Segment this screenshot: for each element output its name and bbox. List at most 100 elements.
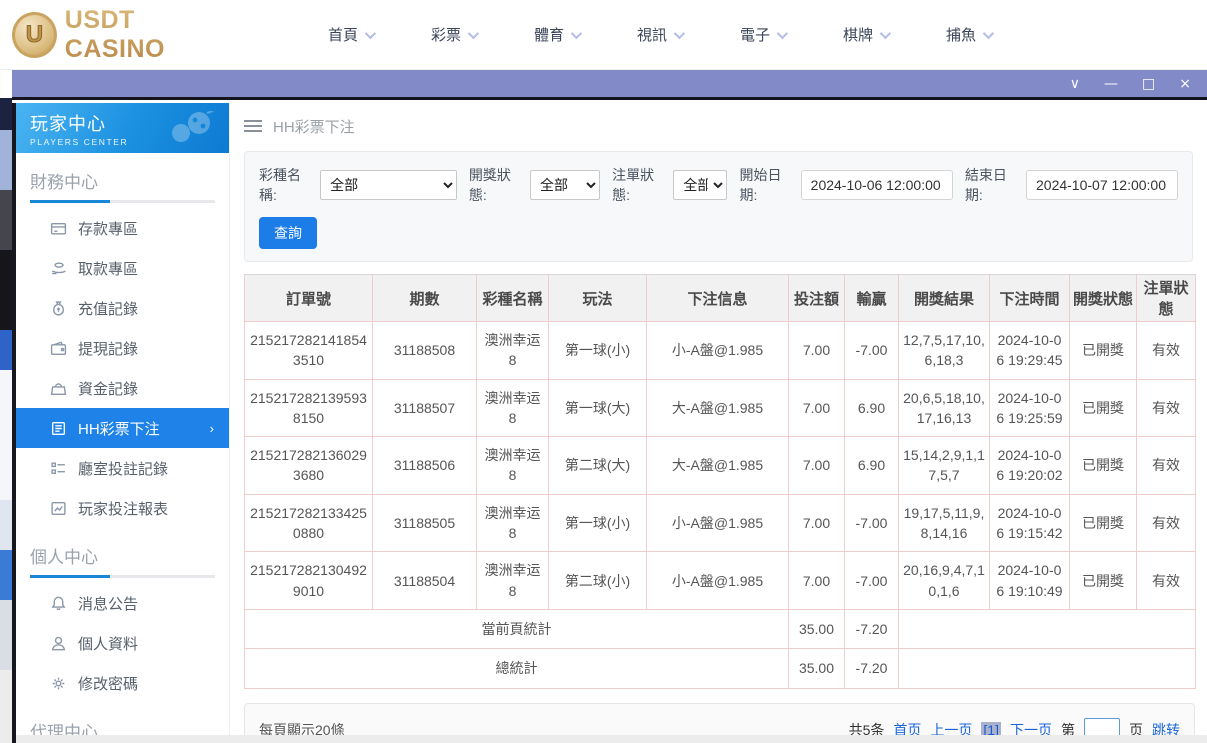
sidebar-header: 玩家中心 PLAYERS CENTER <box>16 103 229 153</box>
withdraw-hand-icon <box>51 261 66 274</box>
order-status-select[interactable]: 全部 <box>673 170 728 200</box>
sidebar-item-label: 存款專區 <box>78 220 139 238</box>
table-row: 2152172821304929010 31188504 澳洲幸运8 第二球(小) 小-… <box>244 551 1196 610</box>
page-title: HH彩票下注 <box>273 118 355 136</box>
top-nav-menu: 首頁 彩票 體育 視訊 電子 棋牌 捕魚 <box>299 24 1020 45</box>
cell-3: 第二球(大) <box>548 436 647 495</box>
cell-7: 20,16,9,4,7,10,1,6 <box>898 551 990 610</box>
cell-1: 31188505 <box>372 493 477 553</box>
main-panel: HH彩票下注 彩種名稱: 全部 開獎狀態: 全部 注單狀態: 全部 開始日期: <box>230 103 1207 743</box>
cell-10: 有效 <box>1136 551 1196 610</box>
chevron-down-icon <box>879 27 892 39</box>
cell-9: 已開獎 <box>1069 493 1137 553</box>
sidebar-item-profile[interactable]: 個人資料 <box>16 623 229 663</box>
cell-8: 2024-10-06 19:10:49 <box>989 551 1070 610</box>
cell-6: -7.00 <box>844 493 899 553</box>
nav-item-label: 首頁 <box>327 27 358 44</box>
col-header-0: 訂單號 <box>244 274 373 322</box>
bets-table: 訂單號 期數 彩種名稱 玩法 下注信息 投注額 輸贏 開獎結果 下注時間 開獎狀態 注單狀態 2152… <box>244 274 1196 689</box>
maximize-window-icon[interactable]: □ <box>1142 77 1155 91</box>
lottery-doc-icon <box>51 421 66 435</box>
nav-item-lottery[interactable]: 彩票 <box>402 24 505 45</box>
breadcrumb: HH彩票下注 <box>244 103 1193 149</box>
sidebar-item-recharge-record[interactable]: 充值記錄 <box>16 288 229 328</box>
modal-titlebar: ∨ — □ × <box>12 70 1207 100</box>
gamepad-icon <box>172 111 214 142</box>
background-page-strip <box>0 70 12 743</box>
cell-4: 小-A盤@1.985 <box>646 493 789 553</box>
cell-9: 已開獎 <box>1069 378 1137 438</box>
sidebar-item-hh-lottery-bet[interactable]: HH彩票下注 › <box>16 408 229 448</box>
nav-item-electronic[interactable]: 電子 <box>711 24 814 45</box>
recharge-bag-icon <box>53 300 64 316</box>
col-header-1: 期數 <box>372 274 477 322</box>
nav-item-fishing[interactable]: 捕魚 <box>917 24 1020 45</box>
cell-4: 小-A盤@1.985 <box>646 321 789 380</box>
summary-label: 當前頁統計 <box>244 608 789 650</box>
logo-coin-icon: U <box>12 11 57 58</box>
sidebar-item-player-bet-report[interactable]: 玩家投注報表 <box>16 488 229 528</box>
close-window-icon[interactable]: × <box>1179 77 1191 91</box>
collapse-window-icon[interactable]: ∨ <box>1070 77 1080 91</box>
cell-9: 已開獎 <box>1069 436 1137 495</box>
sidebar-item-withdrawal-record[interactable]: 提現記錄 <box>16 328 229 368</box>
minimize-window-icon[interactable]: — <box>1104 77 1118 91</box>
col-header-10: 注單狀態 <box>1136 274 1196 322</box>
password-gear-icon <box>52 677 65 689</box>
player-center-modal: 玩家中心 PLAYERS CENTER 財務中心 存款專區 取款專區 充值記錄 提現記錄… <box>12 103 1207 743</box>
col-header-6: 輸贏 <box>844 274 899 322</box>
cell-5: 7.00 <box>788 321 845 380</box>
summary-label: 總統計 <box>244 648 789 689</box>
site-logo[interactable]: U USDT CASINO <box>12 6 237 64</box>
sidebar-item-change-password[interactable]: 修改密碼 <box>16 663 229 703</box>
chevron-right-icon: › <box>209 420 214 436</box>
sidebar-item-hall-bet-record[interactable]: 廳室投註記錄 <box>16 448 229 488</box>
window-controls: ∨ — □ × <box>1070 77 1191 91</box>
sidebar-item-label: 取款專區 <box>78 260 139 278</box>
modal-footer-strip <box>16 735 1207 743</box>
sidebar-sections: 財務中心 存款專區 取款專區 充值記錄 提現記錄 資金記錄 HH彩票下注 › 廳室投註記錄 玩家投… <box>16 153 229 743</box>
cell-5: 7.00 <box>788 493 845 553</box>
menu-toggle-icon[interactable] <box>244 120 262 132</box>
cell-10: 有效 <box>1136 493 1196 553</box>
cell-0: 2152172821395938150 <box>244 378 373 438</box>
filter-row: 彩種名稱: 全部 開獎狀態: 全部 注單狀態: 全部 開始日期: 結束日期: <box>259 165 1178 205</box>
sidebar-item-label: 資金記錄 <box>78 380 139 398</box>
start-date-input[interactable] <box>800 170 953 200</box>
table-header-row: 訂單號 期數 彩種名稱 玩法 下注信息 投注額 輸贏 開獎結果 下注時間 開獎狀態 注單狀態 <box>244 274 1196 322</box>
nav-item-live-video[interactable]: 視訊 <box>608 24 711 45</box>
cell-1: 31188507 <box>372 378 477 438</box>
cell-2: 澳洲幸运8 <box>476 436 549 495</box>
cell-7: 20,6,5,18,10,17,16,13 <box>898 378 990 438</box>
sidebar-item-announcements[interactable]: 消息公告 <box>16 583 229 623</box>
nav-item-home[interactable]: 首頁 <box>299 24 402 45</box>
sidebar-item-withdraw[interactable]: 取款專區 <box>16 248 229 288</box>
query-button[interactable]: 查詢 <box>259 217 317 249</box>
chevron-down-icon <box>570 27 583 39</box>
draw-status-select[interactable]: 全部 <box>530 170 600 200</box>
end-date-input[interactable] <box>1026 170 1178 200</box>
cell-5: 7.00 <box>788 551 845 610</box>
draw-status-label: 開獎狀態: <box>468 167 511 203</box>
cell-9: 已開獎 <box>1069 321 1137 380</box>
nav-item-sports[interactable]: 體育 <box>505 24 608 45</box>
summary-empty <box>898 608 1196 650</box>
cell-4: 大-A盤@1.985 <box>646 436 789 495</box>
summary-winloss-total: -7.20 <box>844 608 899 650</box>
summary-winloss-total: -7.20 <box>844 648 899 689</box>
cell-7: 12,7,5,17,10,6,18,3 <box>898 321 990 380</box>
cell-2: 澳洲幸运8 <box>476 493 549 553</box>
cell-5: 7.00 <box>788 436 845 495</box>
chevron-down-icon <box>673 27 686 39</box>
profile-person-icon <box>51 636 66 650</box>
cell-0: 2152172821418543510 <box>244 321 373 380</box>
cell-10: 有效 <box>1136 321 1196 380</box>
cell-8: 2024-10-06 19:29:45 <box>989 321 1070 380</box>
sidebar-item-funds-record[interactable]: 資金記錄 <box>16 368 229 408</box>
lottery-name-select[interactable]: 全部 <box>320 170 457 200</box>
col-header-4: 下注信息 <box>646 274 789 322</box>
nav-item-chess-cards[interactable]: 棋牌 <box>814 24 917 45</box>
cell-2: 澳洲幸运8 <box>476 378 549 438</box>
sidebar-item-deposit[interactable]: 存款專區 <box>16 208 229 248</box>
col-header-5: 投注額 <box>788 274 845 322</box>
